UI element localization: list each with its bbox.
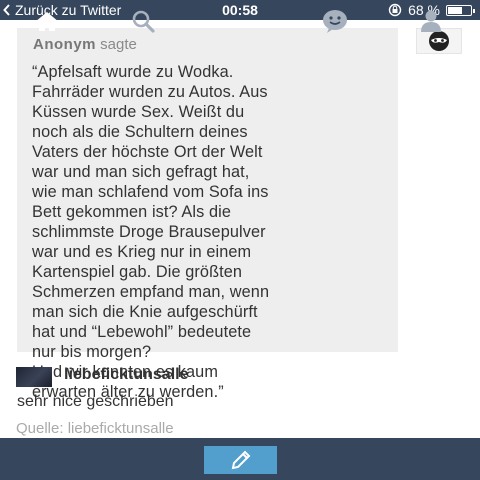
activity-smiley-icon — [323, 10, 347, 33]
home-icon — [35, 12, 59, 31]
compose-pencil-icon — [231, 450, 250, 470]
ask-question-text: “Apfelsaft wurde zu Wodka. Fahrräder wur… — [32, 63, 270, 401]
reply-username[interactable]: liebefickt­unsalle — [64, 366, 189, 384]
tab-home[interactable] — [22, 0, 72, 42]
reply-user-avatar[interactable] — [16, 367, 52, 387]
account-person-icon — [421, 10, 441, 32]
tab-compose[interactable] — [204, 446, 277, 474]
rotation-lock-icon — [388, 3, 402, 17]
tab-activity[interactable] — [310, 0, 360, 42]
source-link[interactable]: Quelle: liebefickt­unsalle — [16, 420, 174, 437]
tab-search[interactable] — [118, 0, 168, 42]
tab-account[interactable] — [406, 0, 456, 42]
ask-box: Anonym sagte “Apfelsaft wurde zu Wodka. … — [17, 28, 398, 401]
search-icon — [132, 10, 155, 33]
reply-text: sehr nice geschrieben — [17, 393, 174, 410]
